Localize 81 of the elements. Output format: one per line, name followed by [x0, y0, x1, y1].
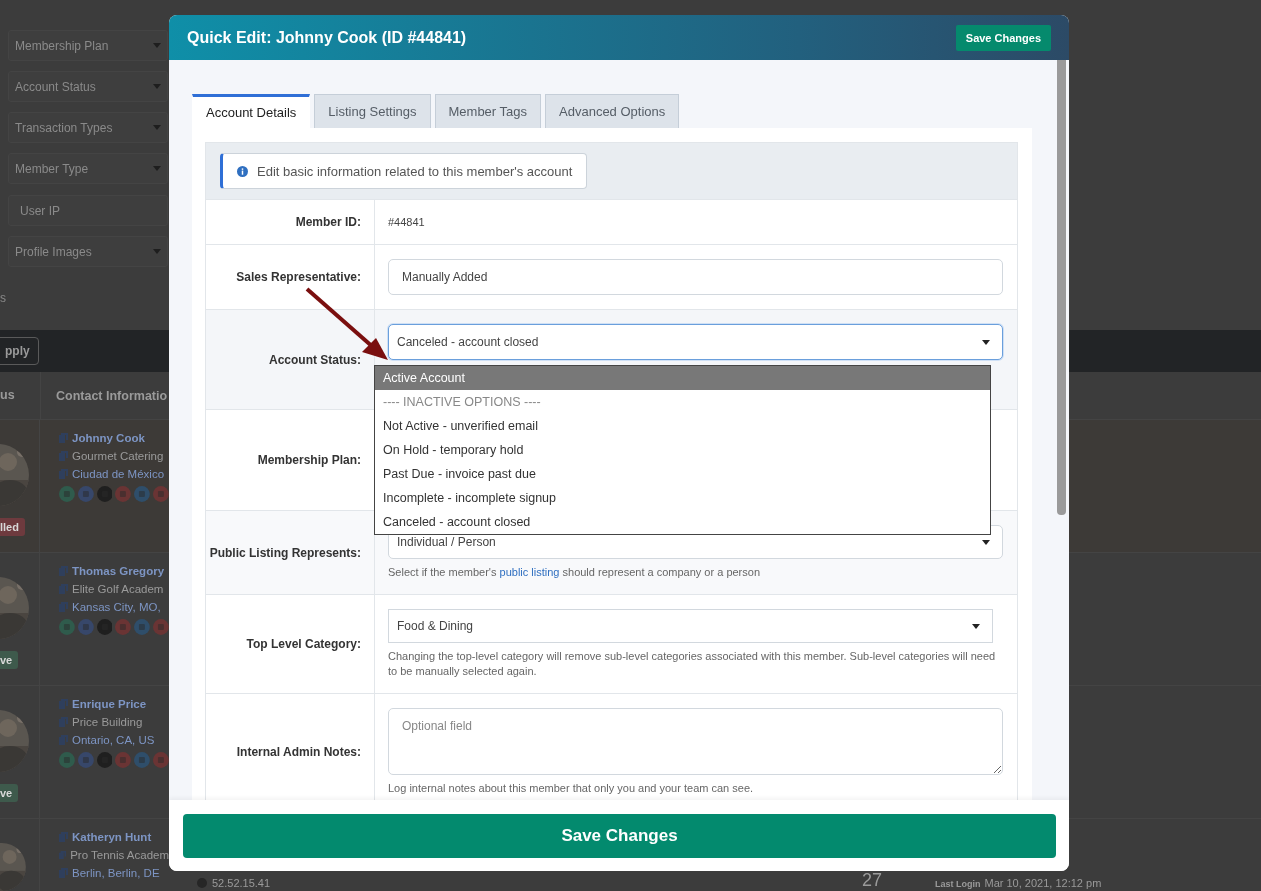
- caret-icon: [153, 249, 161, 254]
- filter-label: s: [0, 291, 7, 305]
- help-text: Changing the top-level category will remove sub-level categories associated with this member. Sub-level categories will need to be manually selected again.: [388, 649, 997, 679]
- member-name-link[interactable]: Katheryn Hunt: [72, 831, 152, 843]
- help-text: Log internal notes about this member that only you and your team can see.: [388, 781, 755, 796]
- dropdown-option[interactable]: On Hold - temporary hold: [375, 438, 990, 462]
- filter-select[interactable]: Transaction Types: [8, 112, 168, 143]
- last-login-label: Last Login: [935, 879, 981, 889]
- filter-select[interactable]: Profile Images: [8, 236, 168, 267]
- tab[interactable]: Member Tags: [434, 94, 541, 128]
- public-listing-link[interactable]: public listing: [499, 566, 560, 578]
- save-button[interactable]: Save Changes: [183, 813, 1056, 858]
- scrollbar-thumb[interactable]: [1057, 60, 1066, 515]
- notes-textarea[interactable]: Optional field: [388, 708, 1003, 775]
- info-icon: [237, 165, 248, 177]
- filter-input[interactable]: User IP: [8, 195, 168, 226]
- save-button[interactable]: Save Changes: [955, 24, 1051, 51]
- tab[interactable]: Advanced Options: [545, 94, 680, 128]
- caret-icon: [153, 166, 161, 171]
- tab[interactable]: Listing Settings: [314, 94, 431, 128]
- document-icon: [59, 566, 68, 576]
- document-icon: [59, 602, 68, 612]
- dropdown-option[interactable]: Past Due - invoice past due: [375, 462, 990, 486]
- sales-rep-input[interactable]: Manually Added: [388, 259, 1003, 295]
- apply-button[interactable]: pply: [0, 337, 39, 365]
- field-label: Account Status:: [269, 352, 361, 367]
- status-badge: ve: [0, 784, 19, 802]
- location-link[interactable]: Kansas City, MO,: [72, 601, 161, 613]
- field-label: Top Level Category:: [246, 637, 361, 651]
- document-icon: [59, 850, 67, 860]
- caret-icon: [982, 339, 990, 345]
- document-icon: [59, 469, 68, 479]
- document-icon: [59, 699, 68, 709]
- location-link[interactable]: Ciudad de México: [72, 468, 165, 480]
- member-name-link[interactable]: Enrique Price: [72, 698, 147, 710]
- status-badge: ve: [0, 651, 19, 669]
- caret-icon: [153, 84, 161, 89]
- modal-title: Quick Edit: Johnny Cook (ID #44841): [187, 28, 467, 47]
- ip-address: 52.52.15.41: [212, 877, 271, 889]
- company-name: Pro Tennis Academ: [70, 849, 169, 861]
- column-header: Contact Informatio: [56, 388, 168, 403]
- filter-select[interactable]: Member Type: [8, 153, 168, 184]
- company-name: Gourmet Catering: [72, 450, 164, 462]
- member-name-link[interactable]: Thomas Gregory: [72, 565, 165, 577]
- last-login-date: Mar 10, 2021, 12:12 pm: [984, 877, 1102, 889]
- status-badge: lled: [0, 518, 25, 536]
- filter-select[interactable]: Account Status: [8, 71, 168, 102]
- select-field[interactable]: Food & Dining: [388, 609, 993, 643]
- filter-select[interactable]: Membership Plan: [8, 30, 168, 61]
- caret-icon: [972, 623, 980, 629]
- column-header: us: [0, 372, 41, 419]
- document-icon: [59, 584, 68, 594]
- document-icon: [59, 735, 68, 745]
- dropdown-option[interactable]: Incomplete - incomplete signup: [375, 486, 990, 510]
- info-text: Edit basic information related to this member's account: [257, 163, 573, 179]
- document-icon: [59, 868, 68, 878]
- document-icon: [59, 717, 68, 727]
- company-name: Price Building: [72, 716, 143, 728]
- member-id-value: #44841: [388, 216, 426, 228]
- location-link[interactable]: Ontario, CA, US: [72, 734, 155, 746]
- field-label: Membership Plan:: [257, 453, 361, 467]
- tab[interactable]: Account Details: [192, 94, 311, 128]
- account-status-select[interactable]: Canceled - account closed: [388, 324, 1003, 360]
- location-link[interactable]: Berlin, Berlin, DE: [72, 867, 160, 879]
- field-label: Internal Admin Notes:: [236, 745, 361, 759]
- document-icon: [59, 451, 68, 461]
- field-label: Sales Representative:: [236, 270, 361, 284]
- company-name: Elite Golf Academ: [72, 583, 164, 595]
- count-text: 27: [862, 871, 884, 889]
- help-text: Select if the member's public listing should represent a company or a person: [388, 565, 761, 580]
- field-label: Public Listing Represents:: [209, 545, 361, 560]
- dropdown-option[interactable]: Active Account: [375, 366, 990, 390]
- member-name-link[interactable]: Johnny Cook: [72, 432, 145, 444]
- dropdown-option[interactable]: Not Active - unverified email: [375, 414, 990, 438]
- caret-icon: [982, 539, 990, 545]
- document-icon: [59, 433, 68, 443]
- caret-icon: [153, 125, 161, 130]
- document-icon: [59, 832, 68, 842]
- field-label: Member ID:: [295, 215, 361, 229]
- caret-icon: [153, 43, 161, 48]
- dropdown-option: ---- INACTIVE OPTIONS ----: [375, 390, 990, 414]
